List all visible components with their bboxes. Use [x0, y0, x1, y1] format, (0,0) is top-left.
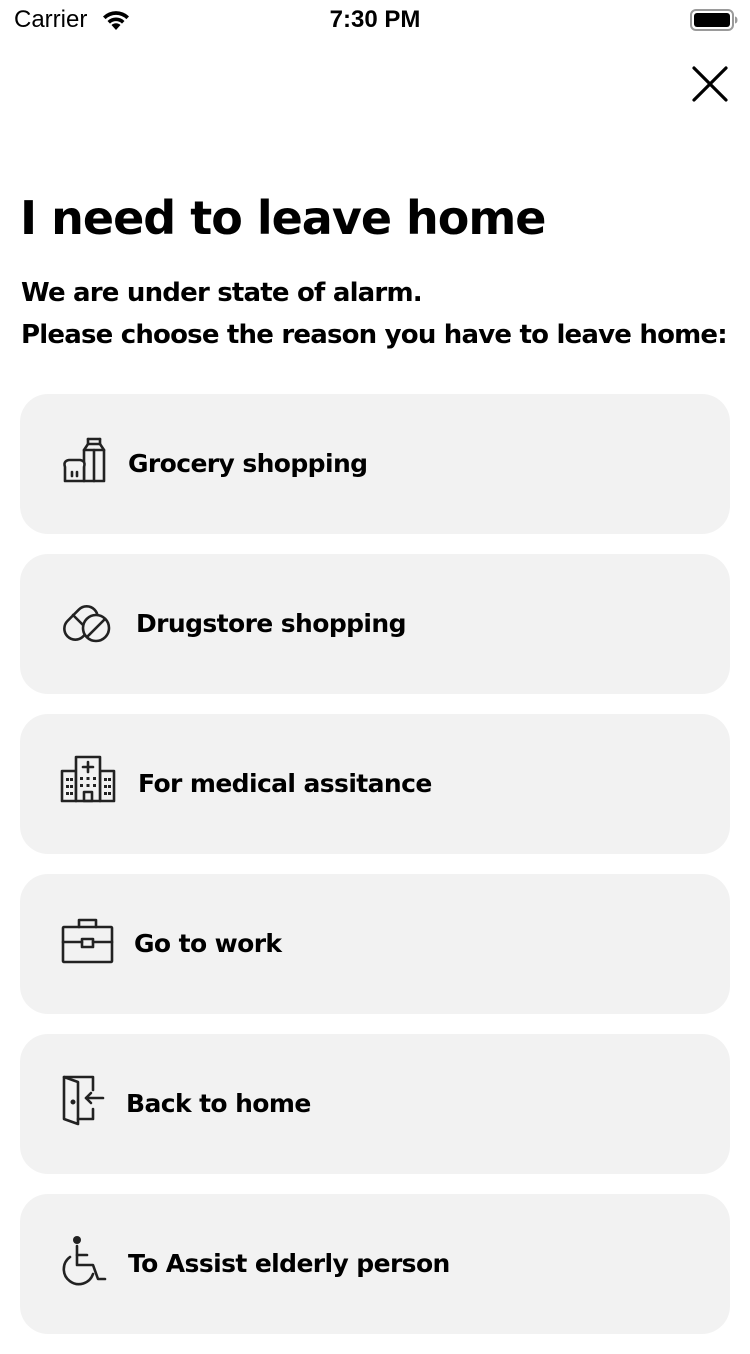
reason-grocery-shopping[interactable]: Grocery shopping — [20, 394, 730, 534]
reason-label: Go to work — [134, 929, 282, 958]
close-button[interactable] — [684, 58, 736, 110]
battery-icon — [690, 9, 738, 31]
subtitle-line-2: Please choose the reason you have to lea… — [21, 320, 728, 350]
reason-drugstore-shopping[interactable]: Drugstore shopping — [20, 554, 730, 694]
reason-assist-elderly[interactable]: To Assist elderly person — [20, 1194, 730, 1334]
reason-label: For medical assitance — [138, 769, 432, 798]
briefcase-icon — [60, 914, 120, 974]
page-title: I need to leave home — [20, 191, 547, 245]
door-enter-icon — [60, 1074, 120, 1134]
hospital-icon — [60, 754, 120, 814]
reason-label: Drugstore shopping — [136, 609, 406, 638]
reason-go-to-work[interactable]: Go to work — [20, 874, 730, 1014]
grocery-icon — [60, 434, 120, 494]
subtitle: We are under state of alarm. Please choo… — [21, 272, 728, 356]
reason-medical-assistance[interactable]: For medical assitance — [20, 714, 730, 854]
wheelchair-icon — [60, 1234, 120, 1294]
subtitle-line-1: We are under state of alarm. — [21, 278, 423, 308]
reason-label: To Assist elderly person — [128, 1249, 450, 1278]
pills-icon — [60, 594, 120, 654]
reason-label: Grocery shopping — [128, 449, 368, 478]
clock: 7:30 PM — [329, 6, 421, 33]
reason-list: Grocery shopping Drugstore shopping For … — [20, 394, 730, 1354]
reason-back-to-home[interactable]: Back to home — [20, 1034, 730, 1174]
reason-label: Back to home — [126, 1089, 311, 1118]
close-icon — [692, 66, 728, 102]
status-bar: Carrier 7:30 PM — [0, 0, 750, 40]
